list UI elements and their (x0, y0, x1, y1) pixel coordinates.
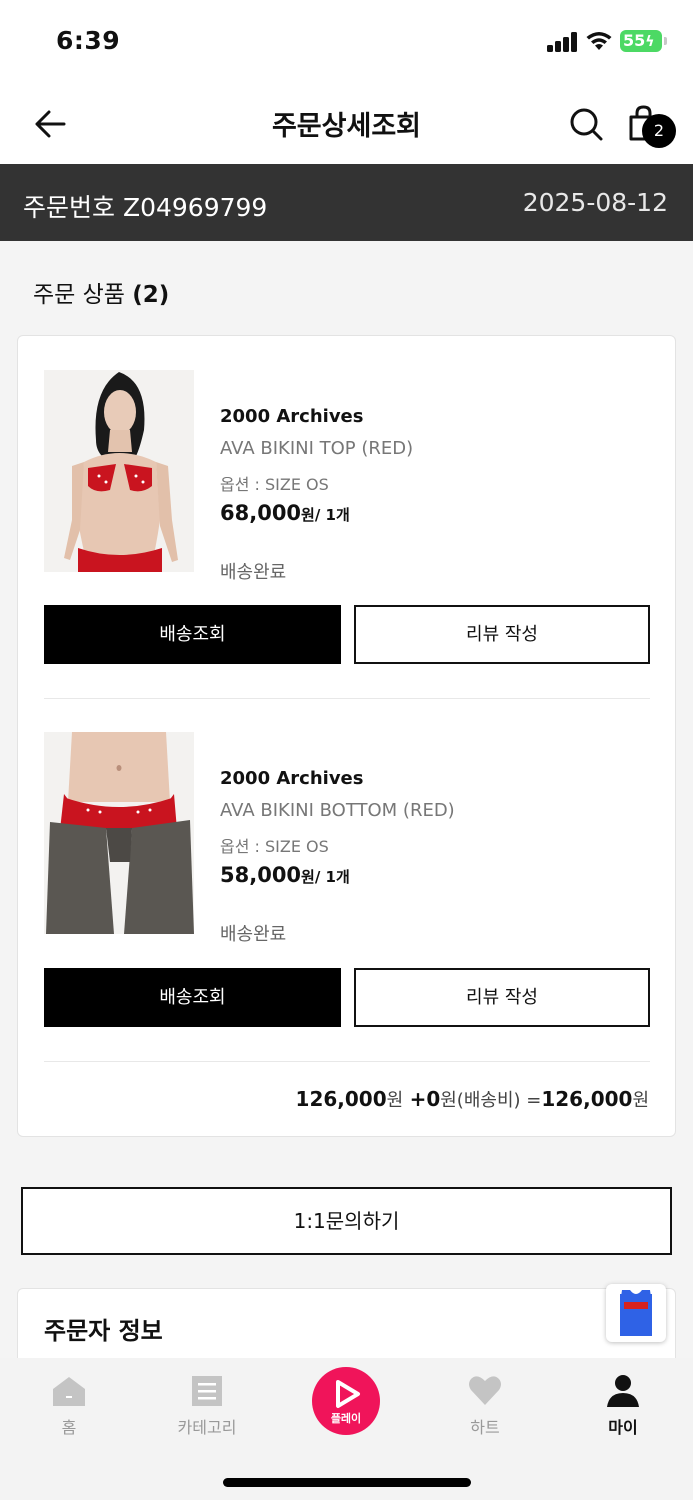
product-brand[interactable]: 2000 Archives (220, 768, 363, 789)
order-total: 126,000원 +0원(배송비) =126,000원 (295, 1087, 649, 1111)
order-products-card: 2000 Archives AVA BIKINI TOP (RED) 옵션 : … (17, 335, 676, 1137)
section-title: 주문 상품 (2) (33, 275, 169, 309)
delivery-status: 배송완료 (220, 562, 287, 583)
status-time: 6:39 (56, 26, 121, 55)
nav-play[interactable]: 플레이 (312, 1367, 380, 1435)
nav-my[interactable]: 마이 (568, 1358, 678, 1438)
nav-play-label: 플레이 (330, 1412, 362, 1425)
nav-home[interactable]: 홈 (14, 1358, 124, 1438)
nav-heart[interactable]: 하트 (430, 1358, 540, 1438)
order-info-bar: 주문번호 Z04969799 2025-08-12 (0, 164, 693, 241)
track-shipment-button[interactable]: 배송조회 (44, 968, 341, 1027)
product-name[interactable]: AVA BIKINI TOP (RED) (220, 438, 413, 459)
product-price: 68,000원/ 1개 (220, 501, 350, 525)
section-count: (2) (132, 282, 170, 308)
battery-indicator: 55ϟ (620, 30, 667, 52)
floating-product-thumbnail[interactable] (606, 1284, 666, 1342)
one-to-one-inquiry-button[interactable]: 1:1문의하기 (21, 1187, 672, 1255)
nav-my-label: 마이 (608, 1418, 638, 1437)
home-indicator (223, 1478, 471, 1487)
track-shipment-button[interactable]: 배송조회 (44, 605, 341, 664)
nav-home-label: 홈 (61, 1418, 77, 1437)
section-title-text: 주문 상품 (33, 282, 125, 308)
cart-count-badge: 2 (642, 114, 676, 148)
nav-category-label: 카테고리 (177, 1418, 237, 1437)
wifi-icon (586, 32, 612, 50)
write-review-button[interactable]: 리뷰 작성 (354, 605, 650, 664)
category-icon (192, 1376, 222, 1406)
nav-category[interactable]: 카테고리 (152, 1358, 262, 1438)
heart-icon (469, 1376, 501, 1405)
nav-heart-label: 하트 (470, 1418, 500, 1437)
signal-icon (547, 32, 579, 52)
product-name[interactable]: AVA BIKINI BOTTOM (RED) (220, 800, 455, 821)
product-brand[interactable]: 2000 Archives (220, 406, 363, 427)
status-bar: 6:39 55ϟ (0, 0, 693, 82)
search-icon[interactable] (566, 104, 606, 144)
product-option: 옵션 : SIZE OS (220, 837, 329, 856)
product-price: 58,000원/ 1개 (220, 863, 350, 887)
divider (44, 698, 650, 699)
delivery-status: 배송완료 (220, 924, 287, 945)
divider (44, 1061, 650, 1062)
home-icon (53, 1377, 85, 1406)
top-header: 주문상세조회 (0, 82, 693, 164)
orderer-info-title: 주문자 정보 (44, 1317, 163, 1345)
order-number: 주문번호 Z04969799 (23, 193, 268, 222)
person-icon (607, 1375, 639, 1407)
product-option: 옵션 : SIZE OS (220, 475, 329, 494)
product-image[interactable] (44, 732, 194, 934)
product-image[interactable] (44, 370, 194, 572)
order-date: 2025-08-12 (522, 188, 668, 217)
write-review-button[interactable]: 리뷰 작성 (354, 968, 650, 1027)
